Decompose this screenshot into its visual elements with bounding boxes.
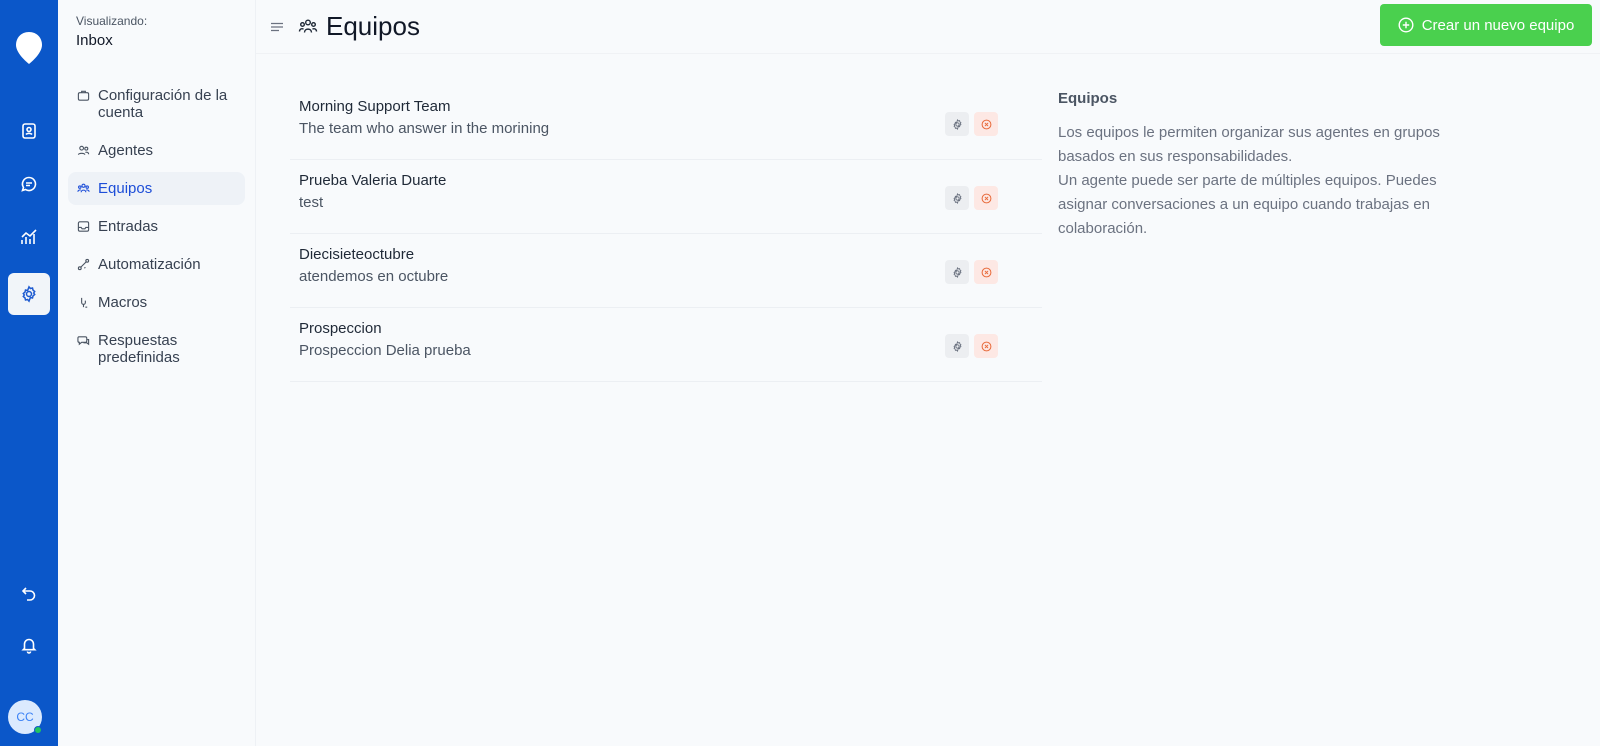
teams-info-panel: Equipos Los equipos le permiten organiza… bbox=[1058, 90, 1478, 241]
bell-icon bbox=[21, 638, 37, 654]
team-name: Morning Support Team bbox=[299, 98, 451, 115]
menu-toggle-icon[interactable] bbox=[270, 20, 284, 34]
info-paragraph: Los equipos le permiten organizar sus ag… bbox=[1058, 124, 1440, 165]
gear-icon bbox=[952, 192, 962, 204]
sidebar-item-macros[interactable]: Macros bbox=[68, 286, 245, 319]
edit-team-button[interactable] bbox=[945, 112, 969, 136]
create-team-label: Crear un nuevo equipo bbox=[1421, 16, 1575, 34]
sidebar-item-label: Automatización bbox=[98, 256, 201, 273]
chat-icon bbox=[77, 336, 90, 346]
team-actions bbox=[945, 112, 998, 136]
team-icon bbox=[298, 19, 318, 33]
delete-team-button[interactable] bbox=[974, 186, 998, 210]
team-description: test bbox=[299, 194, 324, 211]
team-actions bbox=[945, 260, 998, 284]
team-description: The team who answer in the morining bbox=[299, 120, 550, 137]
info-paragraph: Un agente puede ser parte de múltiples e… bbox=[1058, 172, 1437, 237]
briefcase-icon bbox=[77, 90, 90, 101]
primary-nav-rail: CC bbox=[0, 0, 58, 746]
team-row: Prueba Valeria Duarte test bbox=[290, 160, 1042, 234]
nav-reports-button[interactable] bbox=[8, 216, 50, 258]
info-description: Los equipos le permiten organizar sus ag… bbox=[1058, 121, 1478, 241]
team-row: Morning Support Team The team who answer… bbox=[290, 86, 1042, 160]
team-description: atendemos en octubre bbox=[299, 268, 449, 285]
team-row: Prospeccion Prospeccion Delia prueba bbox=[290, 308, 1042, 382]
settings-icon bbox=[22, 285, 36, 303]
team-actions bbox=[945, 186, 998, 210]
close-circle-icon bbox=[981, 267, 991, 277]
page-title: Equipos bbox=[326, 11, 420, 41]
contacts-icon bbox=[22, 123, 36, 139]
sidebar-item-account-settings[interactable]: Configuración de la cuenta bbox=[68, 79, 245, 129]
user-avatar[interactable]: CC bbox=[8, 700, 42, 734]
team-name: Diecisieteoctubre bbox=[299, 246, 415, 263]
edit-team-button[interactable] bbox=[945, 334, 969, 358]
team-icon bbox=[77, 183, 90, 193]
delete-team-button[interactable] bbox=[974, 334, 998, 358]
back-arrow-icon bbox=[21, 587, 36, 601]
sidebar-item-inboxes[interactable]: Entradas bbox=[68, 210, 245, 243]
nav-settings-button[interactable] bbox=[8, 273, 50, 315]
teams-list: Morning Support Team The team who answer… bbox=[290, 86, 1042, 382]
settings-menu: Configuración de la cuenta Agentes Equip… bbox=[58, 79, 255, 374]
sidebar-item-automation[interactable]: Automatización bbox=[68, 248, 245, 281]
close-circle-icon bbox=[981, 341, 991, 351]
nav-conversations-button[interactable] bbox=[8, 163, 50, 205]
automation-icon bbox=[77, 258, 90, 271]
gear-icon bbox=[952, 118, 962, 130]
team-row: Diecisieteoctubre atendemos en octubre bbox=[290, 234, 1042, 308]
delete-team-button[interactable] bbox=[974, 260, 998, 284]
team-name: Prueba Valeria Duarte bbox=[299, 172, 447, 189]
online-status-dot bbox=[34, 726, 42, 734]
team-description: Prospeccion Delia prueba bbox=[299, 342, 471, 359]
team-actions bbox=[945, 334, 998, 358]
team-name: Prospeccion bbox=[299, 320, 382, 337]
nav-notifications-button[interactable] bbox=[8, 624, 50, 666]
viewing-value: Inbox bbox=[76, 32, 113, 49]
nav-contacts-button[interactable] bbox=[8, 110, 50, 152]
create-team-button[interactable]: Crear un nuevo equipo bbox=[1380, 4, 1592, 46]
close-circle-icon bbox=[981, 119, 991, 129]
people-icon bbox=[77, 145, 90, 155]
sidebar-item-label: Respuestas predefinidas bbox=[98, 332, 180, 366]
reports-icon bbox=[21, 229, 37, 244]
sidebar-item-label: Equipos bbox=[98, 180, 153, 197]
gear-icon bbox=[952, 340, 962, 352]
sidebar-item-teams[interactable]: Equipos bbox=[68, 172, 245, 205]
sidebar-item-label: Configuración de la cuenta bbox=[98, 87, 228, 121]
delete-team-button[interactable] bbox=[974, 112, 998, 136]
edit-team-button[interactable] bbox=[945, 260, 969, 284]
sidebar-item-label: Agentes bbox=[98, 142, 154, 159]
edit-team-button[interactable] bbox=[945, 186, 969, 210]
sidebar-item-label: Macros bbox=[98, 294, 148, 311]
plus-circle-icon bbox=[1398, 17, 1414, 33]
close-circle-icon bbox=[981, 193, 991, 203]
sidebar-item-label: Entradas bbox=[98, 218, 159, 235]
info-title: Equipos bbox=[1058, 90, 1118, 107]
avatar-initials: CC bbox=[16, 710, 34, 724]
settings-sidebar: Visualizando: Inbox Configuración de la … bbox=[58, 0, 256, 746]
macros-icon bbox=[81, 297, 88, 308]
inbox-switcher[interactable]: Visualizando: Inbox bbox=[58, 0, 255, 49]
page-header: Equipos Crear un nuevo equipo bbox=[256, 0, 1600, 54]
gear-icon bbox=[952, 266, 962, 278]
inbox-icon bbox=[77, 221, 90, 232]
logo-icon bbox=[16, 32, 42, 64]
conversations-icon bbox=[21, 176, 37, 192]
sidebar-item-canned-responses[interactable]: Respuestas predefinidas bbox=[68, 324, 245, 374]
nav-back-button[interactable] bbox=[8, 572, 50, 614]
viewing-label: Visualizando: bbox=[76, 14, 148, 28]
sidebar-item-agents[interactable]: Agentes bbox=[68, 134, 245, 167]
